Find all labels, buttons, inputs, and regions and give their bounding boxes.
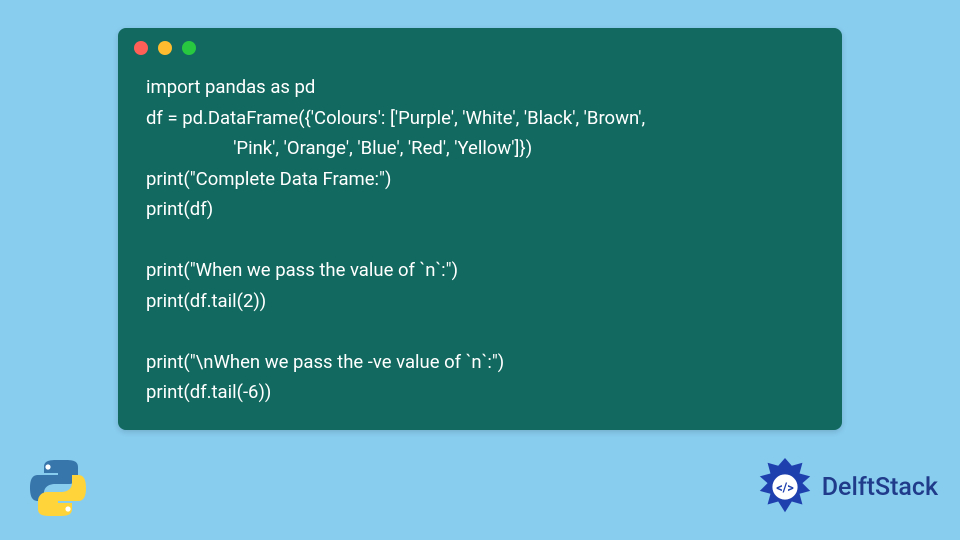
- delft-badge-icon: </>: [754, 456, 816, 518]
- minimize-icon: [158, 41, 172, 55]
- code-block: import pandas as pd df = pd.DataFrame({'…: [118, 68, 842, 408]
- brand-name: DelftStack: [822, 473, 938, 502]
- svg-text:</>: </>: [776, 481, 794, 496]
- code-card: import pandas as pd df = pd.DataFrame({'…: [118, 28, 842, 430]
- page-root: import pandas as pd df = pd.DataFrame({'…: [0, 0, 960, 540]
- brand: </> DelftStack: [754, 456, 938, 518]
- python-logo-icon: [26, 456, 90, 520]
- window-controls: [118, 28, 842, 68]
- maximize-icon: [182, 41, 196, 55]
- close-icon: [134, 41, 148, 55]
